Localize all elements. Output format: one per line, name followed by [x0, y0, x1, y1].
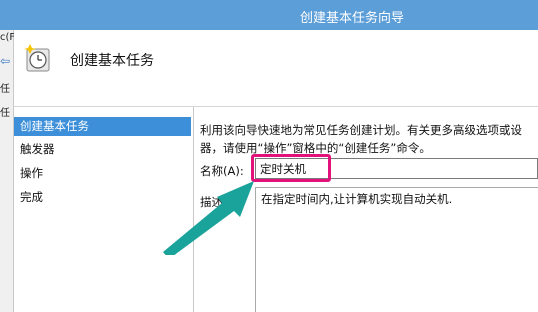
- back-arrow-icon: ⇦: [0, 54, 11, 68]
- parent-text-fragment: 任: [0, 84, 10, 95]
- nav-item-create-basic-task[interactable]: 创建基本任务: [14, 117, 191, 136]
- clock-icon: [24, 44, 50, 72]
- wizard-header: 创建基本任务: [14, 30, 538, 106]
- annotation-arrow-icon: [163, 181, 254, 255]
- page-title: 创建基本任务: [70, 53, 154, 69]
- parent-text-fragment: 任: [0, 108, 10, 119]
- parent-menu-fragment: c(F: [0, 32, 16, 43]
- parent-window-strip: c(F ⇦ 任 任: [0, 30, 16, 312]
- window-title: 创建基本任务向导: [300, 11, 405, 26]
- description-textarea[interactable]: 在指定时间内,让计算机实现自动关机.: [255, 187, 538, 312]
- nav-item-trigger[interactable]: 触发器: [14, 140, 191, 159]
- title-bar: 创建基本任务向导: [0, 0, 538, 30]
- description-line: 利用该向导快速地为常见任务创建计划。有关更多高级选项或设: [200, 123, 522, 137]
- wizard-description: 利用该向导快速地为常见任务创建计划。有关更多高级选项或设 器，请使用“操作”窗格…: [200, 121, 538, 157]
